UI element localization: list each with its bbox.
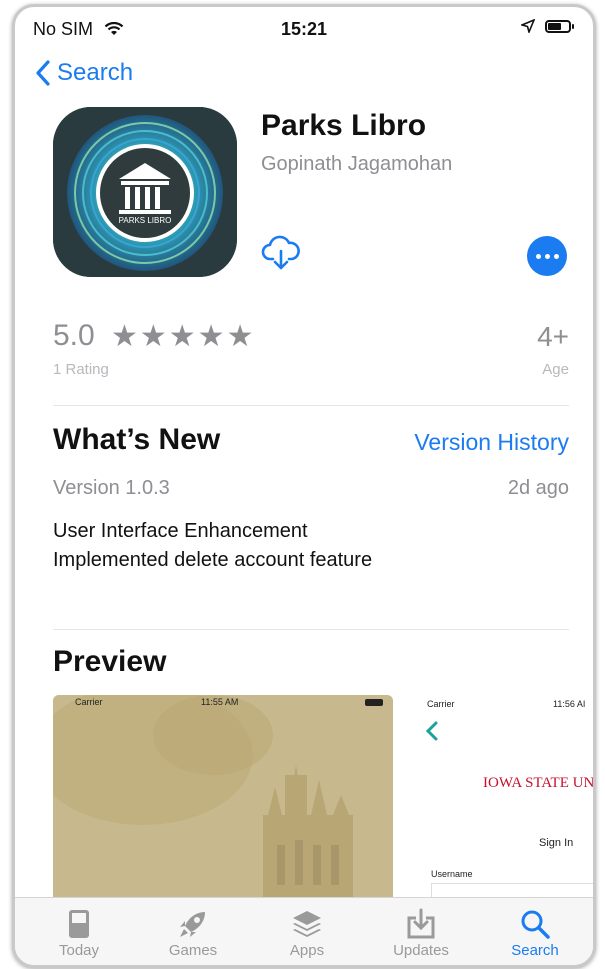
tab-games[interactable]: Games — [153, 906, 233, 959]
preview-signin-label: Sign In — [539, 837, 574, 849]
release-date: 2d ago — [507, 477, 569, 499]
location-arrow-icon — [521, 19, 535, 33]
tab-label: Games — [168, 942, 218, 959]
preview-screenshot[interactable]: Carrier 11:55 AM — [53, 695, 393, 905]
campus-photo — [53, 695, 393, 905]
tab-apps[interactable]: Apps — [267, 906, 347, 959]
tab-search[interactable]: Search — [495, 906, 575, 959]
preview-time: 11:55 AM — [201, 697, 239, 707]
parks-libro-logo — [53, 107, 237, 277]
battery-icon — [365, 699, 383, 706]
preview-title: Preview — [53, 645, 167, 678]
tab-label: Apps — [289, 942, 325, 959]
release-notes: User Interface Enhancement Implemented d… — [53, 517, 372, 575]
divider — [53, 629, 569, 630]
more-options-button[interactable] — [527, 236, 567, 276]
tab-label: Search — [511, 942, 559, 959]
cloud-download-icon — [261, 235, 300, 270]
whats-new-title: What’s New — [53, 423, 221, 456]
back-label: Search — [57, 59, 134, 86]
age-rating: 4+ — [537, 321, 569, 352]
battery-icon — [545, 19, 574, 33]
divider — [53, 405, 569, 406]
chevron-left-icon — [36, 60, 50, 86]
download-button[interactable] — [261, 235, 301, 276]
developer-name[interactable]: Gopinath Jagamohan — [261, 153, 452, 176]
preview-status-bar: Carrier 11:55 AM — [53, 697, 393, 711]
back-button[interactable]: Search — [35, 59, 133, 87]
app-title: Parks Libro — [261, 109, 427, 142]
preview-screenshot[interactable]: Carrier 11:56 AI IOWA STATE UN Sign In U… — [411, 695, 595, 905]
tab-label: Today — [58, 942, 100, 959]
preview-carrier: Carrier — [75, 697, 103, 707]
preview-carrier: Carrier — [427, 699, 455, 709]
search-icon — [521, 910, 550, 939]
rating-count: 1 Rating — [53, 361, 109, 378]
preview-status-bar: Carrier 11:56 AI — [411, 699, 593, 713]
preview-time: 11:56 AI — [553, 699, 586, 709]
ellipsis-icon — [535, 253, 541, 259]
app-icon: PARKS LIBRO — [53, 107, 237, 277]
status-icons — [521, 19, 574, 33]
tab-updates[interactable]: Updates — [381, 906, 461, 959]
chevron-left-icon — [425, 721, 438, 741]
version-history-link[interactable]: Version History — [414, 429, 569, 456]
phone-screen: No SIM 15:21 Search PARKS LIBRO Parks Li… — [12, 4, 596, 968]
preview-username-label: Username — [431, 869, 473, 879]
rating-stars: ★★★★★ — [111, 320, 256, 353]
tab-label: Updates — [393, 942, 449, 959]
download-icon — [407, 908, 435, 939]
rating-score: 5.0 — [53, 319, 95, 352]
status-bar: No SIM 15:21 — [15, 7, 593, 51]
age-label: Age — [542, 361, 569, 378]
today-icon — [69, 910, 89, 938]
version-number: Version 1.0.3 — [53, 477, 170, 499]
release-note-line: Implemented delete account feature — [53, 549, 373, 571]
clock: 15:21 — [280, 19, 328, 39]
iowa-state-logo: IOWA STATE UN — [483, 775, 595, 791]
stack-icon — [293, 911, 321, 937]
app-icon-text: PARKS LIBRO — [118, 216, 172, 225]
tab-bar: Today Games Apps Updates Search — [15, 897, 593, 965]
rocket-icon — [180, 912, 205, 937]
tab-today[interactable]: Today — [39, 906, 119, 959]
release-note-line: User Interface Enhancement — [53, 520, 308, 542]
